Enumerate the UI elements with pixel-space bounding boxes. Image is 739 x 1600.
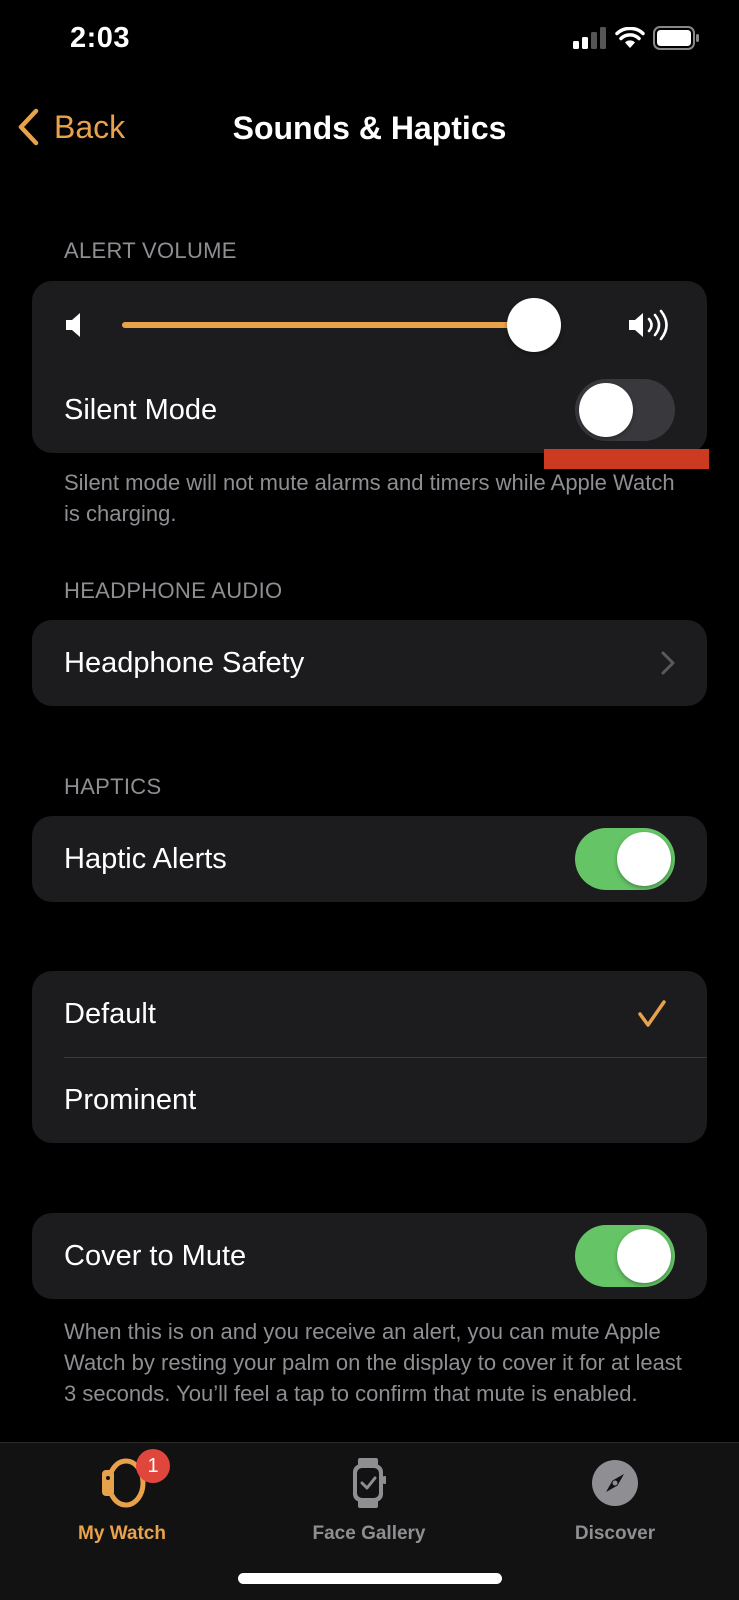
volume-low-icon [66, 313, 80, 337]
alert-volume-group: Silent Mode [32, 281, 707, 453]
wifi-icon [615, 27, 645, 48]
haptic-option-default[interactable]: Default [32, 971, 707, 1057]
volume-high-icon [629, 309, 668, 341]
status-icons [573, 26, 699, 50]
headphone-safety-row[interactable]: Headphone Safety [32, 620, 707, 706]
cover-to-mute-row: Cover to Mute [32, 1213, 707, 1299]
silent-mode-footer: Silent mode will not mute alarms and tim… [64, 470, 675, 526]
tab-my-watch[interactable]: 1 My Watch [22, 1449, 222, 1545]
navigation-bar: Back Sounds & Haptics [0, 96, 739, 160]
tab-discover[interactable]: Discover [515, 1453, 715, 1545]
toggle-knob [617, 1229, 671, 1283]
toggle-knob [617, 832, 671, 886]
haptic-alerts-toggle[interactable] [575, 828, 675, 890]
status-bar: 2:03 [0, 0, 739, 80]
annotation-highlight-bar [544, 449, 709, 469]
headphone-audio-header: HEADPHONE AUDIO [64, 578, 283, 603]
headphone-safety-label: Headphone Safety [64, 646, 305, 679]
haptic-strength-group: Default Prominent [32, 971, 707, 1143]
tab-face-gallery[interactable]: Face Gallery [269, 1453, 469, 1545]
watch-face-icon [353, 1458, 386, 1508]
chevron-right-icon [661, 651, 675, 675]
haptics-header: HAPTICS [64, 774, 162, 799]
option-label: Default [64, 997, 156, 1030]
haptic-alerts-row: Haptic Alerts [32, 816, 707, 902]
haptic-option-prominent[interactable]: Prominent [32, 1057, 707, 1143]
tab-bar: 1 My Watch Face Gallery Discover [0, 1442, 739, 1600]
haptics-group: Haptic Alerts [32, 816, 707, 902]
tab-label: My Watch [78, 1523, 166, 1544]
cover-to-mute-label: Cover to Mute [64, 1239, 247, 1272]
checkmark-icon [638, 1000, 666, 1027]
cover-to-mute-footer: When this is on and you receive an alert… [64, 1319, 682, 1406]
silent-mode-row: Silent Mode [32, 367, 707, 453]
home-indicator[interactable] [238, 1573, 502, 1584]
haptic-alerts-label: Haptic Alerts [64, 842, 227, 875]
cellular-signal-icon [573, 27, 606, 49]
page-title: Sounds & Haptics [232, 110, 507, 146]
volume-slider-thumb[interactable] [507, 298, 562, 352]
alert-volume-header: ALERT VOLUME [64, 238, 237, 263]
status-time: 2:03 [70, 22, 131, 54]
tab-label: Discover [574, 1523, 656, 1544]
compass-icon [592, 1460, 638, 1506]
volume-slider[interactable] [122, 322, 515, 328]
silent-mode-label: Silent Mode [64, 393, 218, 426]
headphone-audio-group: Headphone Safety [32, 620, 707, 706]
option-label: Prominent [64, 1083, 197, 1116]
silent-mode-toggle[interactable] [575, 379, 675, 441]
cover-to-mute-toggle[interactable] [575, 1225, 675, 1287]
toggle-knob [579, 383, 633, 437]
cover-to-mute-group: Cover to Mute [32, 1213, 707, 1299]
tab-label: Face Gallery [312, 1523, 426, 1544]
notification-badge: 1 [136, 1449, 170, 1483]
volume-slider-row [32, 281, 707, 367]
battery-icon [653, 26, 699, 50]
